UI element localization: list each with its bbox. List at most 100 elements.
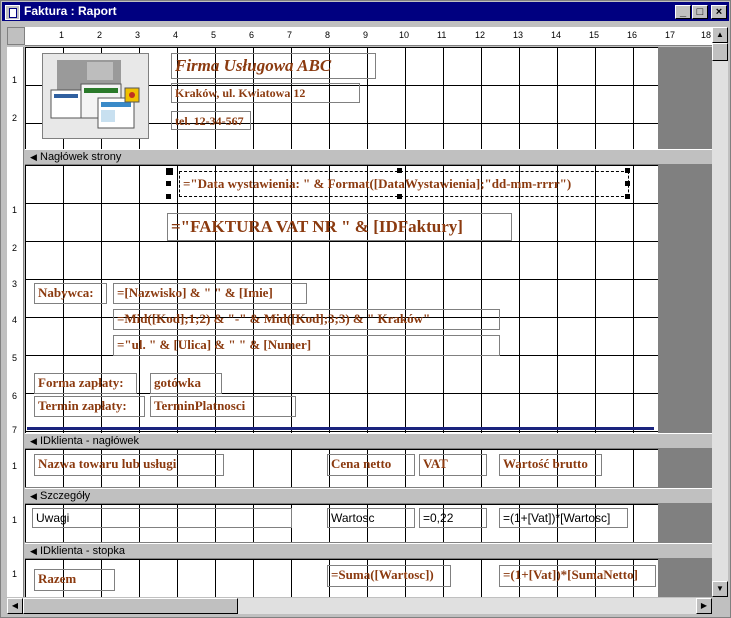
company-name-field[interactable]: Firma Usługowa ABC — [171, 53, 376, 79]
company-address-field[interactable]: Kraków, ul. Kwiatowa 12 — [171, 83, 360, 103]
maximize-button[interactable]: □ — [692, 5, 708, 19]
selection-handle[interactable] — [397, 168, 402, 173]
vertical-ruler[interactable]: 1 2 1 2 3 4 5 6 7 1 1 1 — [7, 47, 24, 597]
buyer-name-field[interactable]: =[Nazwisko] & " " & [Imie] — [113, 283, 307, 304]
ruler-tick-label: 4 — [12, 315, 18, 325]
ruler-tick-label: 1 — [59, 30, 65, 40]
ruler-tick-label: 1 — [12, 461, 18, 471]
vertical-scrollbar[interactable]: ▲ ▼ — [712, 27, 728, 597]
selection-handle[interactable] — [397, 194, 402, 199]
minimize-icon: _ — [679, 6, 687, 18]
close-icon: × — [715, 6, 723, 18]
issue-date-field[interactable]: ="Data wystawienia: " & Format([DataWyst… — [179, 171, 629, 197]
ruler-tick-label: 15 — [589, 30, 600, 40]
ruler-tick-label: 8 — [325, 30, 331, 40]
scroll-left-button[interactable]: ◀ — [7, 598, 23, 614]
section-arrow-icon: ◀ — [30, 491, 37, 501]
ruler-tick-label: 14 — [551, 30, 562, 40]
company-phone-field[interactable]: tel. 12-34-567 — [171, 111, 251, 130]
arrow-down-icon: ▼ — [716, 584, 724, 593]
ruler-corner[interactable] — [7, 27, 25, 45]
ruler-tick-label: 1 — [12, 205, 18, 215]
ruler-tick-label: 3 — [135, 30, 141, 40]
ruler-tick-label: 10 — [399, 30, 410, 40]
arrow-right-icon: ▶ — [700, 601, 708, 610]
ruler-tick-label: 3 — [12, 279, 18, 289]
company-logo-image[interactable] — [42, 53, 149, 139]
ruler-tick-label: 6 — [249, 30, 255, 40]
group-header-bar[interactable]: ◀ IDklienta - nagłówek — [25, 433, 712, 449]
ruler-tick-label: 9 — [363, 30, 369, 40]
total-label[interactable]: Razem — [34, 569, 115, 591]
payment-term-label[interactable]: Termin zapłaty: — [34, 396, 145, 417]
ruler-tick-label: 4 — [173, 30, 179, 40]
sum-net-field[interactable]: =Suma([Wartosc]) — [327, 565, 451, 587]
sum-gross-field[interactable]: =(1+[Vat])*[SumaNetto] — [499, 565, 656, 587]
ruler-tick-label: 18 — [701, 30, 712, 40]
selection-handle[interactable] — [625, 181, 630, 186]
group-header-section[interactable]: Nazwa towaru lub usługi Cena netto VAT W… — [25, 449, 658, 487]
gross-value-field[interactable]: =(1+[Vat])*[Wartosc] — [499, 508, 628, 528]
ruler-tick-label: 13 — [513, 30, 524, 40]
buyer-label[interactable]: Nabywca: — [34, 283, 107, 304]
report-header-section[interactable]: Firma Usługowa ABC Kraków, ul. Kwiatowa … — [25, 47, 658, 149]
column-gross-label[interactable]: Wartość brutto — [499, 454, 602, 476]
group-footer-section[interactable]: Razem =Suma([Wartosc]) =(1+[Vat])*[SumaN… — [25, 559, 658, 597]
value-field[interactable]: Wartosc — [327, 508, 415, 528]
minimize-button[interactable]: _ — [675, 5, 691, 19]
page-header-bar[interactable]: ◀ Nagłówek strony — [25, 149, 712, 165]
horizontal-ruler[interactable]: 1 2 3 4 5 6 7 8 9 10 11 12 13 14 15 16 1… — [25, 27, 712, 46]
payment-term-field[interactable]: TerminPlatnosci — [150, 396, 296, 417]
logo-graphic — [43, 54, 148, 138]
selection-handle[interactable] — [625, 194, 630, 199]
section-arrow-icon: ◀ — [30, 152, 37, 162]
ruler-tick-label: 12 — [475, 30, 486, 40]
selection-handle[interactable] — [166, 168, 173, 175]
scroll-up-button[interactable]: ▲ — [712, 27, 728, 43]
report-design-area[interactable]: Firma Usługowa ABC Kraków, ul. Kwiatowa … — [25, 47, 712, 597]
notes-field[interactable]: Uwagi — [32, 508, 292, 528]
report-icon — [5, 5, 20, 20]
section-arrow-icon: ◀ — [30, 436, 37, 446]
arrow-up-icon: ▲ — [716, 30, 724, 39]
detail-section[interactable]: Uwagi Wartosc =0,22 =(1+[Vat])*[Wartosc] — [25, 504, 658, 542]
ruler-tick-label: 16 — [627, 30, 638, 40]
vertical-scroll-thumb[interactable] — [712, 43, 728, 61]
buyer-street-field[interactable]: ="ul. " & [Ulica] & " " & [Numer] — [113, 335, 500, 356]
title-bar[interactable]: Faktura : Raport _ □ × — [2, 2, 729, 21]
horizontal-scroll-thumb[interactable] — [23, 598, 238, 614]
buyer-code-field[interactable]: =Mid([Kod];1;2) & "-" & Mid([Kod];3;3) &… — [113, 309, 500, 330]
detail-bar[interactable]: ◀ Szczegóły — [25, 488, 712, 504]
ruler-tick-label: 11 — [437, 30, 447, 40]
selection-handle[interactable] — [625, 168, 630, 173]
scroll-right-button[interactable]: ▶ — [696, 598, 712, 614]
ruler-tick-label: 6 — [12, 391, 18, 401]
invoice-title-field[interactable]: ="FAKTURA VAT NR " & [IDFaktury] — [167, 213, 512, 241]
vat-rate-field[interactable]: =0,22 — [419, 508, 487, 528]
window-title: Faktura : Raport — [24, 4, 117, 18]
ruler-tick-label: 5 — [12, 353, 18, 363]
section-title: Szczegóły — [40, 490, 91, 502]
selection-handle[interactable] — [166, 194, 171, 199]
ruler-tick-label: 2 — [12, 243, 18, 253]
close-button[interactable]: × — [711, 5, 727, 19]
arrow-left-icon: ◀ — [11, 601, 19, 610]
maximize-icon: □ — [696, 6, 704, 18]
ruler-tick-label: 5 — [211, 30, 217, 40]
payment-form-field[interactable]: gotówka — [150, 373, 222, 394]
ruler-tick-label: 17 — [665, 30, 676, 40]
horizontal-scrollbar[interactable]: ◀ ▶ — [7, 598, 712, 614]
header-divider-line[interactable] — [27, 427, 654, 430]
scroll-down-button[interactable]: ▼ — [712, 581, 728, 597]
column-item-label[interactable]: Nazwa towaru lub usługi — [34, 454, 224, 476]
ruler-tick-label: 2 — [12, 113, 18, 123]
column-vat-label[interactable]: VAT — [419, 454, 487, 476]
ruler-tick-label: 7 — [287, 30, 293, 40]
group-footer-bar[interactable]: ◀ IDklienta - stopka — [25, 543, 712, 559]
column-net-label[interactable]: Cena netto — [327, 454, 415, 476]
payment-form-label[interactable]: Forma zapłaty: — [34, 373, 137, 394]
selection-handle[interactable] — [166, 181, 171, 186]
section-title: Nagłówek strony — [40, 151, 122, 163]
page-header-section[interactable]: ="Data wystawienia: " & Format([DataWyst… — [25, 165, 658, 435]
ruler-tick-label: 7 — [12, 425, 18, 435]
